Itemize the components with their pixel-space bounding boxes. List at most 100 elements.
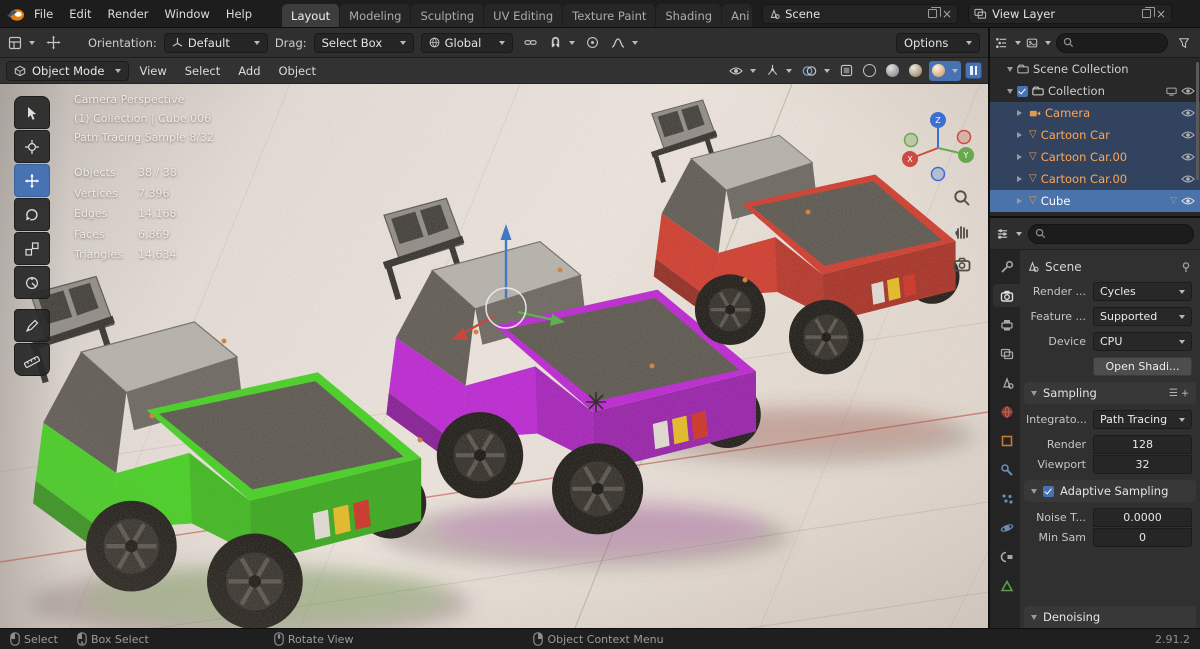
- tab-particle-properties[interactable]: [993, 487, 1020, 510]
- outliner-editor-type-button[interactable]: [995, 33, 1021, 53]
- tab-physics-properties[interactable]: [993, 516, 1020, 539]
- menu-render[interactable]: Render: [100, 3, 157, 25]
- show-overlays-button[interactable]: [799, 61, 833, 81]
- tab-render-properties[interactable]: [993, 284, 1020, 307]
- outliner-search[interactable]: [1056, 32, 1168, 53]
- outliner-row-scene-collection[interactable]: Scene Collection: [990, 58, 1200, 80]
- outliner-row-cube[interactable]: ▽ Cube ▽: [990, 190, 1200, 212]
- move-tool[interactable]: [14, 164, 50, 197]
- camera-view-icon[interactable]: [952, 254, 972, 274]
- options-dropdown[interactable]: Options: [896, 32, 980, 53]
- device-dropdown[interactable]: CPU: [1093, 332, 1192, 351]
- outliner-row-cartoon-car-001[interactable]: ▽ Cartoon Car.00: [990, 146, 1200, 168]
- open-shading-language-toggle[interactable]: Open Shadi...: [1093, 357, 1192, 376]
- properties-search[interactable]: [1028, 223, 1194, 244]
- pivot-dropdown[interactable]: Global: [420, 32, 513, 53]
- menu-object[interactable]: Object: [271, 61, 324, 81]
- select-box-tool[interactable]: [14, 96, 50, 129]
- adaptive-sampling-checkbox[interactable]: [1043, 485, 1054, 497]
- tab-view-layer-properties[interactable]: [993, 342, 1020, 365]
- close-scene-icon[interactable]: ×: [942, 8, 952, 20]
- tab-layout[interactable]: Layout: [282, 4, 340, 27]
- empty-axes-marker[interactable]: [586, 392, 606, 412]
- shading-solid-button[interactable]: [883, 61, 902, 81]
- menu-view[interactable]: View: [131, 61, 174, 81]
- cursor-tool[interactable]: [14, 130, 50, 163]
- navigation-gizmo[interactable]: Z X Y: [898, 108, 978, 188]
- feature-set-dropdown[interactable]: Supported: [1093, 307, 1192, 326]
- snap-settings-button[interactable]: [549, 33, 575, 53]
- eye-icon[interactable]: [1181, 196, 1195, 206]
- menu-add[interactable]: Add: [230, 61, 268, 81]
- shading-rendered-button[interactable]: [929, 60, 961, 81]
- drag-dropdown[interactable]: Select Box: [313, 32, 414, 53]
- tab-modifier-properties[interactable]: [993, 458, 1020, 481]
- tab-world-properties[interactable]: [993, 400, 1020, 423]
- tab-shading[interactable]: Shading: [656, 4, 722, 27]
- shading-material-button[interactable]: [906, 61, 925, 81]
- pan-hand-icon[interactable]: [952, 221, 972, 241]
- snap-toggle-button[interactable]: [520, 33, 542, 53]
- outliner-search-input[interactable]: [1079, 36, 1161, 49]
- proportional-falloff-button[interactable]: [611, 33, 638, 53]
- pause-render-button[interactable]: [965, 62, 982, 79]
- tab-tool-properties[interactable]: [993, 255, 1020, 278]
- tab-uv-editing[interactable]: UV Editing: [484, 4, 563, 27]
- xray-toggle-button[interactable]: [837, 61, 856, 81]
- menu-select[interactable]: Select: [177, 61, 228, 81]
- measure-tool[interactable]: [14, 343, 50, 376]
- orientation-dropdown[interactable]: Default: [163, 32, 268, 53]
- outliner-row-camera[interactable]: Camera: [990, 102, 1200, 124]
- sampling-panel-header[interactable]: Sampling ☰ ＋: [1024, 382, 1196, 404]
- outliner-display-mode-button[interactable]: [1026, 33, 1051, 53]
- annotate-tool[interactable]: [14, 309, 50, 342]
- min-samples-field[interactable]: 0: [1093, 528, 1192, 547]
- sampling-presets-icon[interactable]: ☰ ＋: [1169, 388, 1189, 399]
- new-scene-icon[interactable]: [928, 7, 942, 18]
- menu-help[interactable]: Help: [218, 3, 260, 25]
- outliner-scrollbar[interactable]: [1196, 62, 1199, 180]
- menu-edit[interactable]: Edit: [61, 3, 99, 25]
- adaptive-sampling-header[interactable]: Adaptive Sampling: [1024, 480, 1196, 502]
- outliner-row-collection[interactable]: Collection: [990, 80, 1200, 102]
- scale-tool[interactable]: [14, 232, 50, 265]
- tab-object-properties[interactable]: [993, 429, 1020, 452]
- outliner-row-cartoon-car-002[interactable]: ▽ Cartoon Car.00: [990, 168, 1200, 190]
- render-engine-dropdown[interactable]: Cycles: [1093, 282, 1192, 301]
- tab-modeling[interactable]: Modeling: [340, 4, 411, 27]
- mode-dropdown[interactable]: Object Mode: [6, 60, 130, 81]
- eye-icon[interactable]: [1181, 130, 1195, 140]
- properties-search-input[interactable]: [1051, 227, 1187, 240]
- eye-icon[interactable]: [1181, 108, 1195, 118]
- blender-logo[interactable]: [6, 6, 26, 22]
- scene-selector[interactable]: Scene ×: [762, 3, 959, 24]
- editor-type-button[interactable]: [8, 33, 35, 53]
- view-layer-selector[interactable]: View Layer ×: [968, 3, 1173, 24]
- proportional-edit-button[interactable]: [582, 33, 604, 53]
- menu-window[interactable]: Window: [156, 3, 217, 25]
- collection-checkbox[interactable]: [1017, 85, 1028, 97]
- tab-texture-paint[interactable]: Texture Paint: [563, 4, 656, 27]
- properties-editor-type-button[interactable]: [996, 224, 1022, 244]
- screen-icon[interactable]: [1166, 87, 1177, 96]
- viewport-samples-field[interactable]: 32: [1093, 455, 1192, 474]
- outliner-row-cartoon-car[interactable]: ▽ Cartoon Car: [990, 124, 1200, 146]
- transform-widget-button[interactable]: [42, 33, 64, 53]
- tab-scene-properties[interactable]: [993, 371, 1020, 394]
- render-samples-field[interactable]: 128: [1093, 435, 1192, 454]
- denoising-panel-header[interactable]: Denoising: [1024, 606, 1196, 628]
- shading-wireframe-button[interactable]: [860, 61, 879, 81]
- eye-icon[interactable]: [1181, 174, 1195, 184]
- outliner-filter-button[interactable]: [1173, 33, 1195, 53]
- menu-file[interactable]: File: [26, 3, 61, 25]
- eye-icon[interactable]: [1181, 152, 1195, 162]
- new-view-layer-icon[interactable]: [1142, 7, 1156, 18]
- tab-output-properties[interactable]: [993, 313, 1020, 336]
- tab-data-properties[interactable]: [993, 574, 1020, 597]
- zoom-icon[interactable]: [952, 188, 972, 208]
- tab-sculpting[interactable]: Sculpting: [411, 4, 484, 27]
- pin-icon[interactable]: [1180, 261, 1192, 273]
- tab-constraint-properties[interactable]: [993, 545, 1020, 568]
- integrator-dropdown[interactable]: Path Tracing: [1093, 410, 1192, 429]
- object-types-visibility-button[interactable]: [726, 61, 759, 81]
